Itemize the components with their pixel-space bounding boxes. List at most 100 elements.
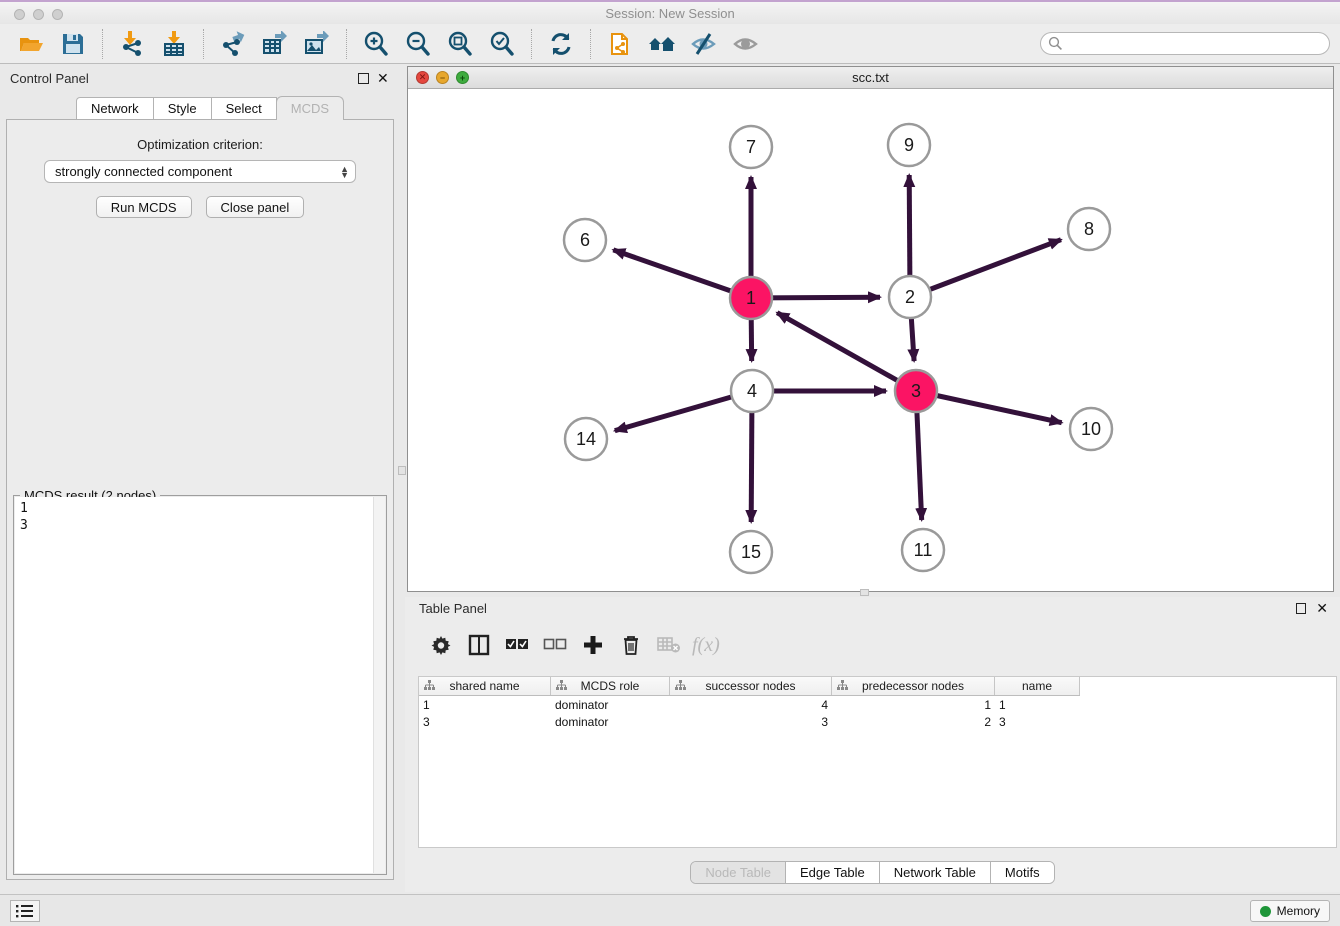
column-header-name[interactable]: name (995, 677, 1080, 695)
table-cell[interactable]: 1 (995, 698, 1080, 712)
column-header-successor-nodes[interactable]: successor nodes (670, 677, 832, 695)
task-history-button[interactable] (10, 900, 40, 922)
table-cell[interactable]: 1 (832, 698, 995, 712)
search-input[interactable] (1040, 32, 1330, 55)
open-session-icon[interactable] (15, 29, 47, 59)
horizontal-splitter-handle[interactable] (860, 589, 869, 596)
table-row[interactable]: 3dominator323 (419, 713, 1336, 730)
network-view-titlebar[interactable]: ✕ − + scc.txt (408, 67, 1333, 89)
first-neighbors-icon[interactable] (646, 29, 678, 59)
close-window-button[interactable] (14, 9, 25, 20)
svg-text:10: 10 (1081, 419, 1101, 439)
tab-network[interactable]: Network (76, 97, 154, 119)
export-image-icon[interactable] (301, 29, 333, 59)
table-cell[interactable]: 1 (419, 698, 551, 712)
tab-style[interactable]: Style (153, 97, 212, 119)
control-panel-title: Control Panel (10, 71, 89, 86)
select-all-columns-icon[interactable] (502, 630, 532, 660)
tab-mcds[interactable]: MCDS (276, 96, 344, 120)
table-cell[interactable]: 2 (832, 715, 995, 729)
vertical-splitter-handle[interactable] (398, 466, 406, 475)
tab-network-table[interactable]: Network Table (880, 862, 991, 883)
show-all-icon[interactable] (730, 29, 762, 59)
network-minimize-button[interactable]: − (436, 71, 449, 84)
column-header-label: successor nodes (705, 679, 795, 693)
network-canvas[interactable]: 7 9 6 8 1 2 4 3 14 10 15 11 (408, 89, 1333, 591)
mcds-result-text[interactable]: 1 3 (15, 497, 385, 873)
column-header-label: shared name (449, 679, 519, 693)
tab-select[interactable]: Select (211, 97, 277, 119)
import-network-icon[interactable] (116, 29, 148, 59)
network-maximize-button[interactable]: + (456, 71, 469, 84)
node-10[interactable]: 10 (1070, 408, 1112, 450)
save-session-icon[interactable] (57, 29, 89, 59)
column-view-icon[interactable] (464, 630, 494, 660)
refresh-icon[interactable] (545, 29, 577, 59)
result-scrollbar[interactable] (373, 497, 385, 873)
node-7[interactable]: 7 (730, 126, 772, 168)
svg-text:3: 3 (911, 381, 921, 401)
delete-column-trash-icon[interactable] (616, 630, 646, 660)
table-cell[interactable]: dominator (551, 698, 670, 712)
svg-text:2: 2 (905, 287, 915, 307)
control-panel-close-icon[interactable]: ✕ (377, 70, 389, 87)
svg-text:8: 8 (1084, 219, 1094, 239)
table-panel-float-icon[interactable] (1296, 603, 1306, 614)
table-row[interactable]: 1dominator411 (419, 696, 1336, 713)
run-mcds-button[interactable]: Run MCDS (96, 196, 192, 218)
control-panel-float-icon[interactable] (358, 73, 369, 84)
export-network-icon[interactable] (217, 29, 249, 59)
zoom-out-icon[interactable] (402, 29, 434, 59)
new-network-from-selection-icon[interactable] (604, 29, 636, 59)
node-6[interactable]: 6 (564, 219, 606, 261)
network-graph[interactable]: 7 9 6 8 1 2 4 3 14 10 15 11 (408, 89, 1333, 591)
function-builder-icon: f(x) (692, 634, 720, 657)
table-settings-gear-icon[interactable] (426, 630, 456, 660)
tab-node-table[interactable]: Node Table (691, 862, 786, 883)
svg-text:4: 4 (747, 381, 757, 401)
optimization-criterion-select[interactable]: strongly connected component ▲▼ (44, 160, 356, 183)
table-panel: Table Panel ✕ f(x) shared nameMCDS roles… (405, 597, 1340, 892)
node-1[interactable]: 1 (730, 277, 772, 319)
minimize-window-button[interactable] (33, 9, 44, 20)
tab-edge-table[interactable]: Edge Table (786, 862, 880, 883)
svg-text:7: 7 (746, 137, 756, 157)
import-table-icon[interactable] (158, 29, 190, 59)
table-cell[interactable]: 3 (419, 715, 551, 729)
edge-3-10[interactable] (916, 391, 1062, 423)
table-cell[interactable]: 3 (670, 715, 832, 729)
table-cell[interactable]: 3 (995, 715, 1080, 729)
node-9[interactable]: 9 (888, 124, 930, 166)
edge-2-8[interactable] (910, 240, 1061, 297)
node-14[interactable]: 14 (565, 418, 607, 460)
zoom-selected-icon[interactable] (486, 29, 518, 59)
node-8[interactable]: 8 (1068, 208, 1110, 250)
table-cell[interactable]: 4 (670, 698, 832, 712)
table-panel-close-icon[interactable]: ✕ (1316, 600, 1328, 617)
network-close-button[interactable]: ✕ (416, 71, 429, 84)
unselect-all-columns-icon[interactable] (540, 630, 570, 660)
optimization-criterion-value: strongly connected component (55, 164, 232, 179)
node-3[interactable]: 3 (895, 370, 937, 412)
close-panel-button[interactable]: Close panel (206, 196, 305, 218)
column-header-MCDS-role[interactable]: MCDS role (551, 677, 670, 695)
node-15[interactable]: 15 (730, 531, 772, 573)
table-cell[interactable]: dominator (551, 715, 670, 729)
export-table-icon[interactable] (259, 29, 291, 59)
hide-selected-icon[interactable] (688, 29, 720, 59)
node-4[interactable]: 4 (731, 370, 773, 412)
search-field-wrap (1040, 32, 1330, 55)
zoom-fit-icon[interactable] (444, 29, 476, 59)
edge-3-1[interactable] (777, 313, 916, 391)
node-2[interactable]: 2 (889, 276, 931, 318)
create-column-plus-icon[interactable] (578, 630, 608, 660)
memory-button[interactable]: Memory (1250, 900, 1330, 922)
tab-motifs[interactable]: Motifs (991, 862, 1054, 883)
delete-table-icon (654, 630, 684, 660)
node-11[interactable]: 11 (902, 529, 944, 571)
traffic-lights (14, 9, 63, 20)
zoom-in-icon[interactable] (360, 29, 392, 59)
column-header-shared-name[interactable]: shared name (419, 677, 551, 695)
column-header-predecessor-nodes[interactable]: predecessor nodes (832, 677, 995, 695)
zoom-window-button[interactable] (52, 9, 63, 20)
